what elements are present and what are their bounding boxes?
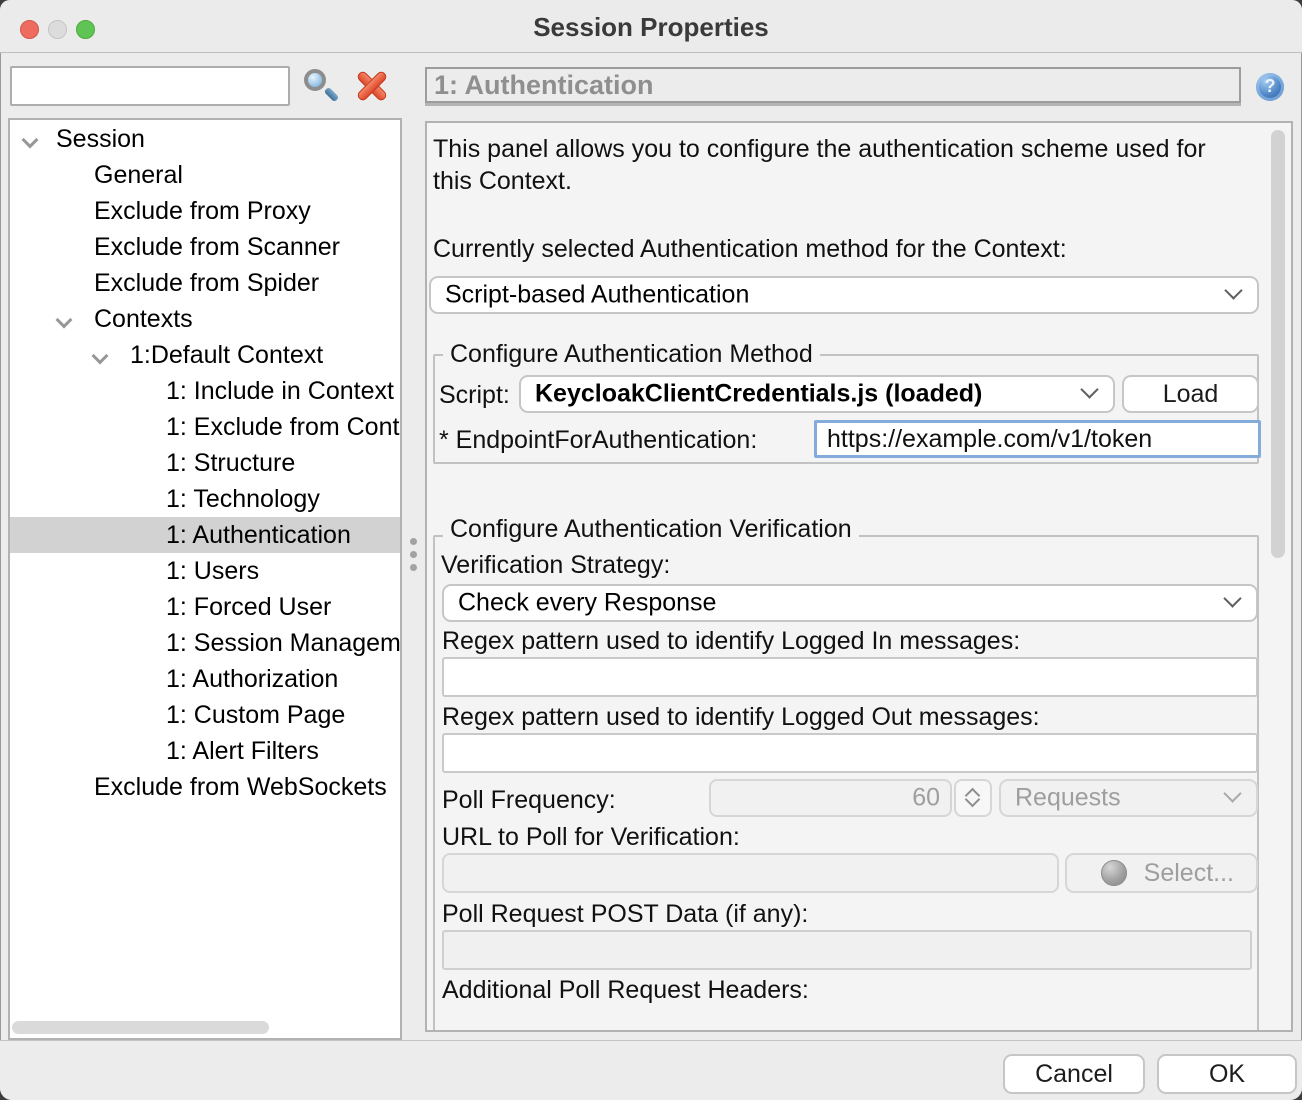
post-data-label: Poll Request POST Data (if any): <box>442 900 808 929</box>
tree-item-label: 1: Structure <box>166 445 295 481</box>
session-tree: SessionGeneralExclude from ProxyExclude … <box>8 118 402 1040</box>
tree-item-contexts[interactable]: Contexts <box>10 301 400 337</box>
chevron-down-icon <box>1226 787 1240 801</box>
panel-vertical-scrollbar[interactable] <box>1269 125 1287 1028</box>
endpoint-label: * EndpointForAuthentication: <box>439 426 757 455</box>
tree-item-label: 1: Users <box>166 553 259 589</box>
auth-verification-group-title: Configure Authentication Verification <box>443 515 859 544</box>
chevron-down-icon[interactable] <box>24 134 35 145</box>
dialog-footer: Cancel OK <box>0 1040 1302 1100</box>
tree-item-1-users[interactable]: 1: Users <box>10 553 400 589</box>
tree-item-label: General <box>94 157 183 193</box>
auth-method-value: Script-based Authentication <box>445 281 749 310</box>
poll-unit-select: Requests <box>999 779 1258 817</box>
tree-item-label: Exclude from Scanner <box>94 229 340 265</box>
auth-method-select[interactable]: Script-based Authentication <box>429 276 1259 314</box>
tree-item-label: Contexts <box>94 301 193 337</box>
scrollbar-thumb[interactable] <box>1271 130 1285 558</box>
poll-url-input <box>442 853 1059 893</box>
chevron-down-icon <box>1226 592 1240 606</box>
tree-item-1-authentication[interactable]: 1: Authentication <box>10 517 400 553</box>
tree-item-general[interactable]: General <box>10 157 400 193</box>
panel-title-box: 1: Authentication <box>425 67 1241 103</box>
endpoint-input[interactable] <box>814 420 1261 458</box>
script-label: Script: <box>439 381 510 410</box>
tree-item-1-alert-filters[interactable]: 1: Alert Filters <box>10 733 400 769</box>
tree-item-session[interactable]: Session <box>10 121 400 157</box>
panel-description: This panel allows you to configure the a… <box>433 133 1233 197</box>
authentication-panel: This panel allows you to configure the a… <box>425 121 1293 1032</box>
globe-icon <box>1101 860 1127 886</box>
logged-in-regex-label: Regex pattern used to identify Logged In… <box>442 627 1020 656</box>
tree-search-input[interactable] <box>10 66 290 106</box>
titlebar: Session Properties <box>0 0 1302 53</box>
tree-item-1-structure[interactable]: 1: Structure <box>10 445 400 481</box>
tree-item-exclude-from-websockets[interactable]: Exclude from WebSockets <box>10 769 400 805</box>
select-url-label: Select... <box>1144 859 1234 887</box>
session-properties-dialog: Session Properties SessionGeneralExclude… <box>0 0 1302 1100</box>
chevron-down-icon <box>1083 383 1097 397</box>
help-icon[interactable]: ? <box>1256 73 1284 101</box>
poll-frequency-label: Poll Frequency: <box>442 786 616 815</box>
tree-item-label: Exclude from Proxy <box>94 193 311 229</box>
method-label: Currently selected Authentication method… <box>433 235 1067 264</box>
tree-item-label: 1: Authorization <box>166 661 338 697</box>
window-title: Session Properties <box>0 12 1302 43</box>
tree-item-1-exclude-from-context[interactable]: 1: Exclude from Context <box>10 409 400 445</box>
tree-horizontal-scrollbar[interactable] <box>12 1021 269 1034</box>
tree-item-1-forced-user[interactable]: 1: Forced User <box>10 589 400 625</box>
search-icon[interactable] <box>300 66 342 108</box>
spinner-up-down-icon <box>954 779 992 817</box>
auth-method-group-title: Configure Authentication Method <box>443 340 820 369</box>
logged-out-regex-label: Regex pattern used to identify Logged Ou… <box>442 703 1040 732</box>
tree-item-1-include-in-context[interactable]: 1: Include in Context <box>10 373 400 409</box>
chevron-down-icon <box>1227 284 1241 298</box>
tree-item-exclude-from-spider[interactable]: Exclude from Spider <box>10 265 400 301</box>
tree-item-label: 1: Custom Page <box>166 697 345 733</box>
tree-item-label: 1: Forced User <box>166 589 331 625</box>
split-pane-divider[interactable] <box>404 118 424 1040</box>
post-data-input[interactable] <box>442 930 1252 970</box>
tree-item-1-session-management[interactable]: 1: Session Management <box>10 625 400 661</box>
tree-item-1-authorization[interactable]: 1: Authorization <box>10 661 400 697</box>
poll-url-label: URL to Poll for Verification: <box>442 823 740 852</box>
tree-item-exclude-from-proxy[interactable]: Exclude from Proxy <box>10 193 400 229</box>
tree-item-label: 1: Exclude from Context <box>166 409 402 445</box>
select-url-button: Select... <box>1065 853 1258 893</box>
script-select[interactable]: KeycloakClientCredentials.js (loaded) <box>519 375 1115 413</box>
chevron-down-icon[interactable] <box>94 350 105 361</box>
tree-item-1-technology[interactable]: 1: Technology <box>10 481 400 517</box>
poll-frequency-spinner: 60 <box>709 779 952 817</box>
load-script-button[interactable]: Load <box>1122 375 1259 413</box>
panel-title: 1: Authentication <box>434 70 654 101</box>
tree-item-1-custom-page[interactable]: 1: Custom Page <box>10 697 400 733</box>
tree-item-label: Exclude from WebSockets <box>94 769 387 805</box>
poll-headers-label: Additional Poll Request Headers: <box>442 976 809 1005</box>
tree-item-label: 1: Technology <box>166 481 320 517</box>
magnifier-handle <box>324 87 340 103</box>
tree-item-label: Exclude from Spider <box>94 265 319 301</box>
tree-item-1-default-context[interactable]: 1:Default Context <box>10 337 400 373</box>
verification-strategy-select[interactable]: Check every Response <box>442 584 1258 622</box>
poll-frequency-value: 60 <box>912 784 940 813</box>
magnifier-lens <box>304 69 326 91</box>
poll-unit-value: Requests <box>1015 784 1121 813</box>
cancel-button[interactable]: Cancel <box>1003 1054 1145 1094</box>
script-value: KeycloakClientCredentials.js (loaded) <box>535 380 982 409</box>
tree-item-label: 1: Include in Context <box>166 373 394 409</box>
logged-in-regex-input[interactable] <box>442 657 1258 697</box>
tree-item-label: Session <box>56 121 145 157</box>
tree-item-label: 1: Authentication <box>166 517 351 553</box>
tree-item-label: 1: Alert Filters <box>166 733 319 769</box>
strategy-label: Verification Strategy: <box>441 551 670 580</box>
clear-search-icon[interactable] <box>350 64 394 108</box>
chevron-down-icon[interactable] <box>58 314 69 325</box>
logged-out-regex-input[interactable] <box>442 733 1258 773</box>
tree-item-label: 1: Session Management <box>166 625 402 661</box>
tree-item-exclude-from-scanner[interactable]: Exclude from Scanner <box>10 229 400 265</box>
tree-item-label: 1:Default Context <box>130 337 323 373</box>
strategy-value: Check every Response <box>458 589 716 618</box>
ok-button[interactable]: OK <box>1157 1054 1297 1094</box>
